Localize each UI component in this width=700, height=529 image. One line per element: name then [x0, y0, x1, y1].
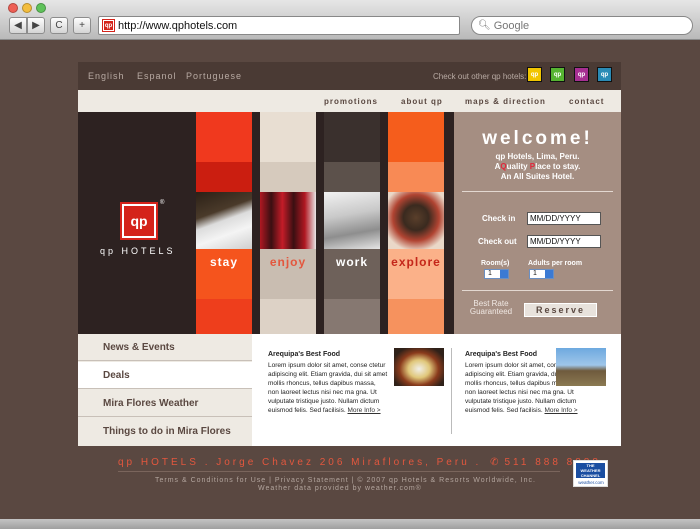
- nav-news-events[interactable]: News & Events: [78, 334, 252, 361]
- strip-explore[interactable]: explore: [388, 112, 444, 334]
- plus-icon: +: [79, 20, 85, 31]
- strip-work[interactable]: work: [324, 112, 380, 334]
- main-menu: promotions about qp maps & direction con…: [78, 90, 621, 112]
- strip-explore-label: explore: [391, 255, 441, 269]
- wine-glasses-photo: [260, 192, 316, 249]
- volcano-photo: [556, 348, 606, 386]
- other-hotel-green-link[interactable]: qp: [550, 67, 565, 82]
- strip-stay-label: stay: [209, 255, 239, 269]
- other-hotel-blue-link[interactable]: qp: [597, 67, 612, 82]
- adults-select[interactable]: 1: [529, 269, 554, 279]
- weather-channel-logo: THE WEATHER CHANNEL: [576, 463, 605, 478]
- column-divider: [451, 348, 452, 434]
- browser-status-bar: [0, 519, 700, 529]
- welcome-line-2: AQuality Place to stay.: [494, 162, 581, 171]
- qp-logo: qp: [120, 202, 158, 240]
- browser-toolbar: ◀ ▶ C + qp http://www.qphotels.com 🔍︎ Go…: [0, 0, 700, 40]
- content-area: Arequipa's Best Food Lorem ipsum dolor s…: [252, 334, 621, 446]
- menu-about-qp[interactable]: about qp: [401, 97, 443, 106]
- welcome-heading: welcome!: [482, 128, 593, 149]
- zoom-window-button[interactable]: [36, 3, 46, 13]
- article-food-2: Arequipa's Best Food Lorem ipsum dolor s…: [465, 351, 643, 415]
- more-info-link[interactable]: More Info >: [347, 407, 380, 414]
- divider: [462, 290, 613, 291]
- language-espanol-link[interactable]: Espanol: [137, 71, 177, 81]
- close-window-button[interactable]: [8, 3, 18, 13]
- menu-maps-direction[interactable]: maps & direction: [465, 97, 546, 106]
- left-nav: News & Events Deals Mira Flores Weather …: [78, 334, 252, 446]
- address-bar[interactable]: qp http://www.qphotels.com: [98, 16, 460, 35]
- add-bookmark-button[interactable]: +: [73, 17, 91, 34]
- menu-promotions[interactable]: promotions: [324, 97, 378, 106]
- url-text: http://www.qphotels.com: [118, 19, 238, 32]
- checkout-label: Check out: [478, 237, 517, 246]
- reload-button[interactable]: C: [50, 17, 68, 34]
- menu-contact[interactable]: contact: [569, 97, 604, 106]
- welcome-line-1: qp Hotels, Lima, Peru.: [495, 152, 580, 161]
- footer-address: qp HOTELS . Jorge Chavez 206 Miraflores,…: [118, 457, 601, 468]
- welcome-line-3: An All Suites Hotel.: [500, 172, 575, 181]
- brand-name: qp HOTELS: [100, 246, 176, 256]
- weather-com-text: weather.com: [578, 480, 604, 485]
- nav-mira-flores-weather[interactable]: Mira Flores Weather: [78, 390, 252, 417]
- forward-button[interactable]: ▶: [27, 17, 45, 34]
- laptop-photo: [324, 192, 380, 249]
- hotel-site: English Espanol Portuguese Check out oth…: [78, 62, 621, 446]
- nav-things-to-do[interactable]: Things to do in Mira Flores: [78, 418, 252, 445]
- search-icon: 🔍︎: [478, 20, 491, 31]
- reload-icon: C: [55, 20, 63, 31]
- footer-links[interactable]: Terms & Conditions for Use | Privacy Sta…: [155, 477, 536, 484]
- registered-mark: ®: [160, 200, 165, 206]
- weather-credit: Weather data provided by weather.com®: [258, 485, 422, 492]
- bed-photo: [196, 192, 252, 249]
- article-text: Lorem ipsum dolor sit amet, conse ctetur…: [268, 362, 388, 414]
- top-strip: English Espanol Portuguese Check out oth…: [78, 62, 621, 90]
- reserve-button[interactable]: Reserve: [524, 303, 597, 317]
- back-arrow-icon: ◀: [14, 20, 22, 31]
- footer-divider: [118, 471, 560, 472]
- more-info-link[interactable]: More Info >: [544, 407, 577, 414]
- other-hotels-label: Check out other qp hotels:: [433, 72, 527, 81]
- nav-deals[interactable]: Deals: [78, 362, 252, 389]
- best-rate-text: Best Rate Guaranteed: [469, 299, 513, 316]
- language-portuguese-link[interactable]: Portuguese: [186, 71, 242, 81]
- strip-enjoy-label: enjoy: [269, 255, 307, 269]
- search-input[interactable]: 🔍︎ Google: [471, 16, 693, 35]
- adults-label: Adults per room: [528, 260, 583, 267]
- strip-stay[interactable]: stay: [196, 112, 252, 334]
- rooms-select[interactable]: 1: [484, 269, 509, 279]
- checkin-label: Check in: [482, 214, 516, 223]
- food-photo: [394, 348, 444, 386]
- search-placeholder: Google: [493, 19, 530, 32]
- statue-photo: [388, 192, 444, 249]
- minimize-window-button[interactable]: [22, 3, 32, 13]
- other-hotel-yellow-link[interactable]: qp: [527, 67, 542, 82]
- phone-icon: ✆: [490, 457, 502, 468]
- back-button[interactable]: ◀: [9, 17, 27, 34]
- strip-work-label: work: [335, 255, 368, 269]
- forward-arrow-icon: ▶: [32, 20, 40, 31]
- checkout-input[interactable]: MM/DD/YYYY: [527, 235, 601, 248]
- article-title: Arequipa's Best Food: [465, 351, 538, 358]
- favicon-icon: qp: [102, 19, 115, 32]
- strip-enjoy[interactable]: enjoy: [260, 112, 316, 334]
- language-english-link[interactable]: English: [88, 71, 125, 81]
- rooms-label: Room(s): [481, 260, 510, 267]
- other-hotel-purple-link[interactable]: qp: [574, 67, 589, 82]
- booking-panel: welcome! qp Hotels, Lima, Peru. AQuality…: [454, 112, 621, 334]
- checkin-input[interactable]: MM/DD/YYYY: [527, 212, 601, 225]
- weather-channel-badge[interactable]: THE WEATHER CHANNEL weather.com: [573, 460, 608, 487]
- divider: [462, 191, 613, 192]
